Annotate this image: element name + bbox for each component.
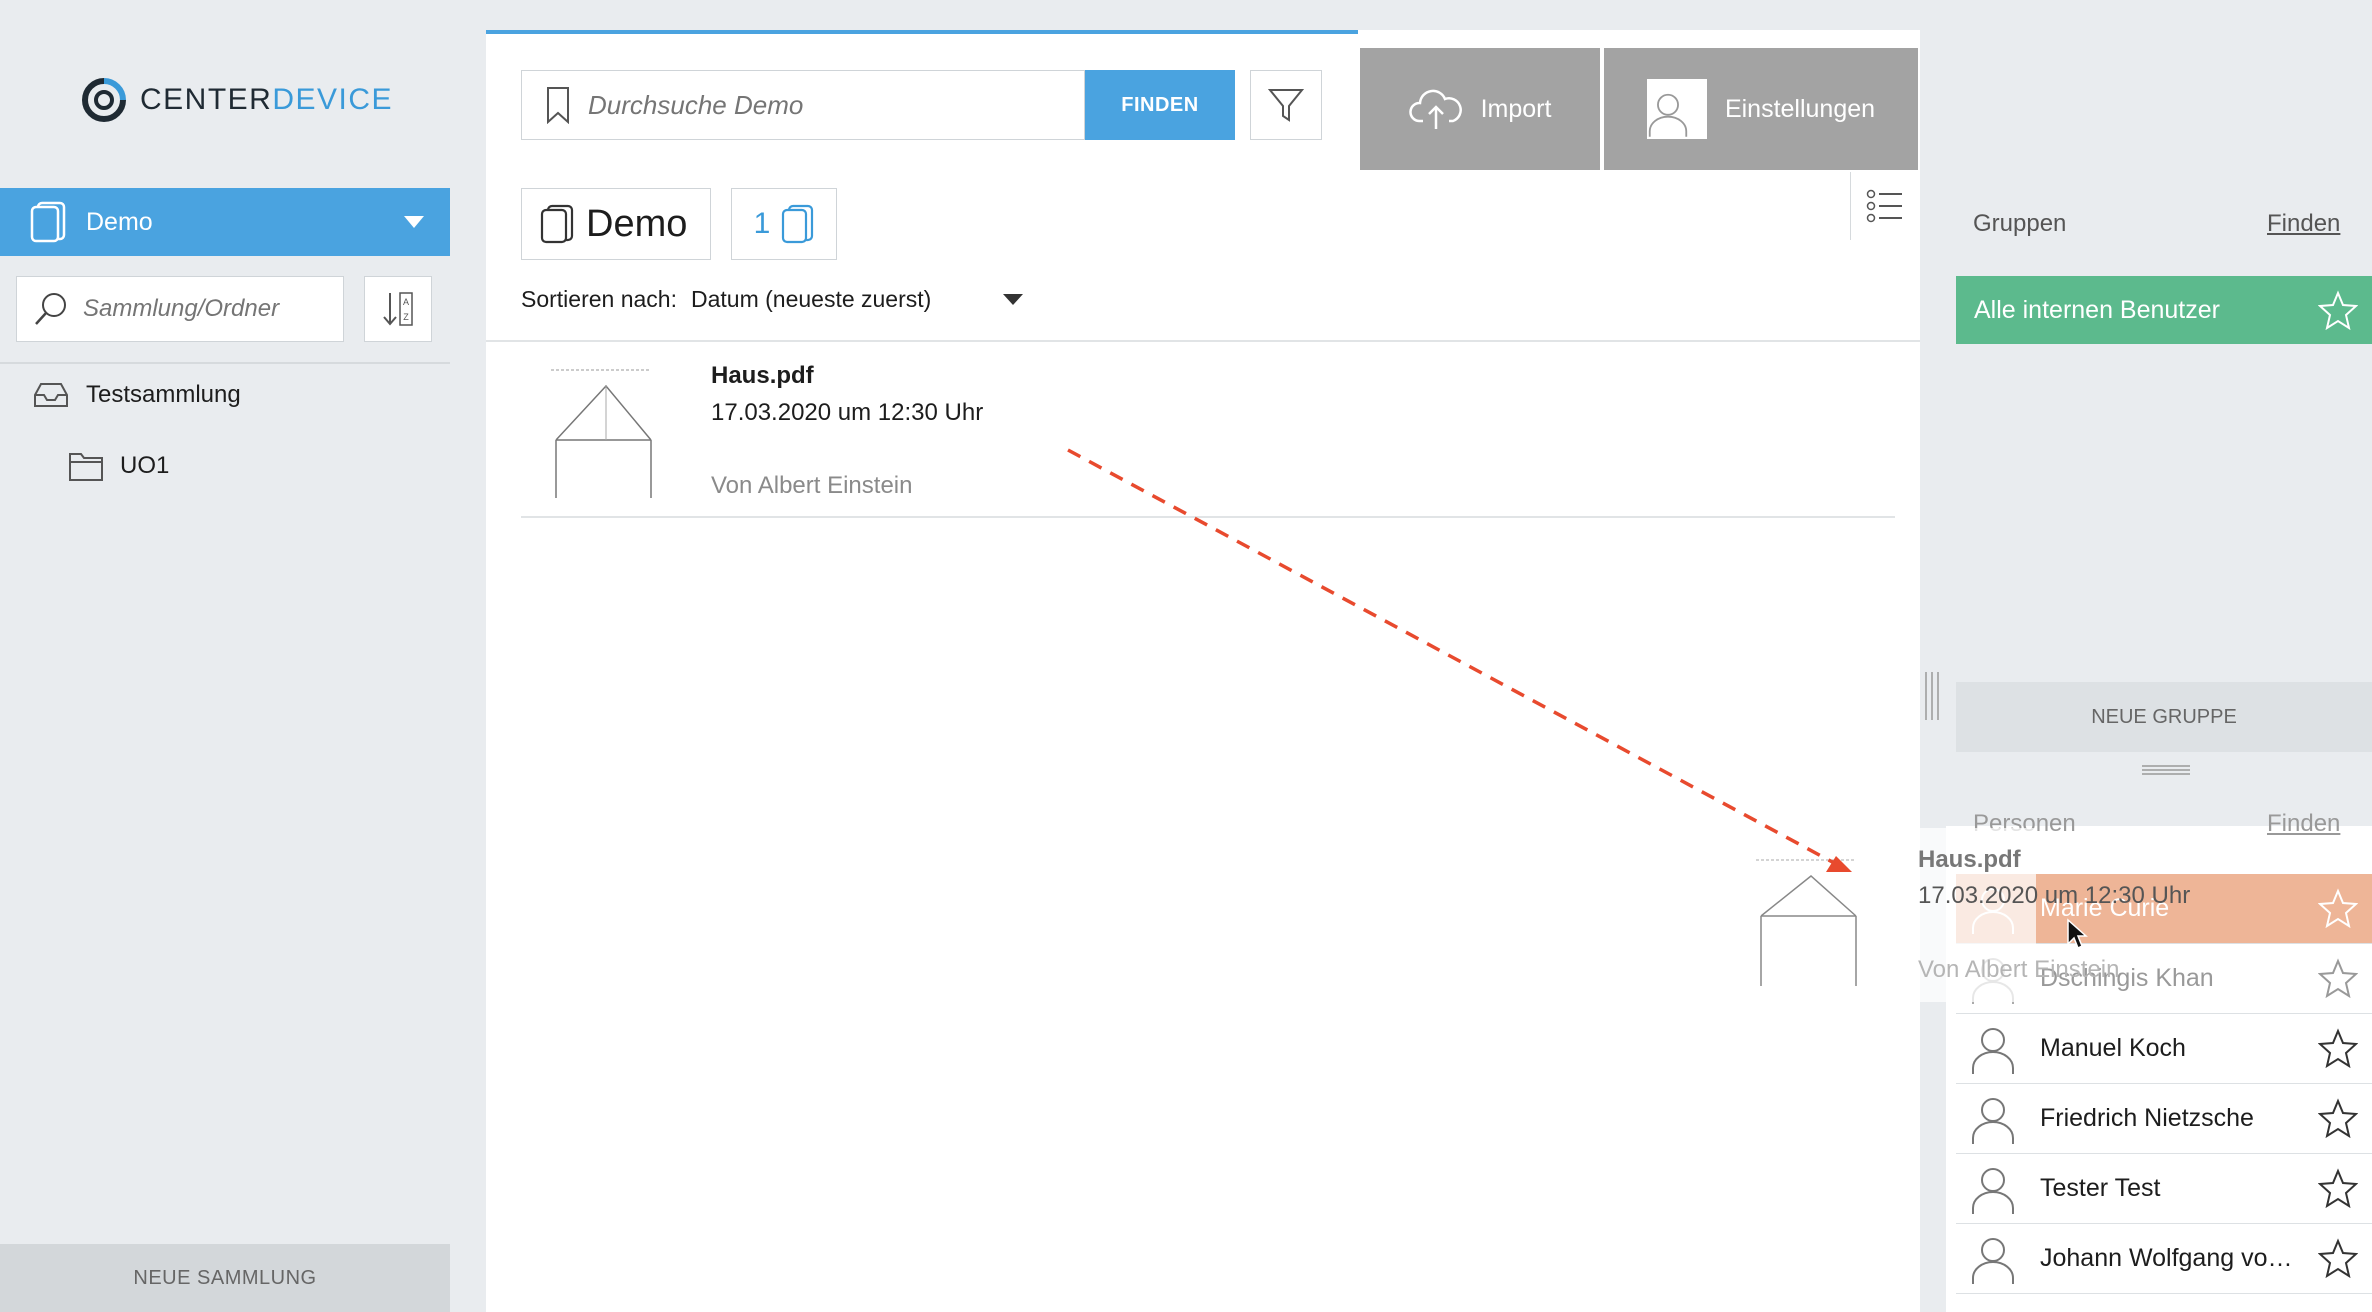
star-icon[interactable]	[2318, 1028, 2358, 1068]
user-icon	[1972, 1167, 2014, 1214]
panel-resize-handle[interactable]	[1920, 670, 1944, 722]
logo: CENTERDEVICE	[80, 74, 393, 126]
cloud-upload-icon	[1408, 89, 1462, 129]
person-item-friedrich-nietzsche[interactable]: Friedrich Nietzsche	[1956, 1084, 2372, 1154]
star-icon[interactable]	[2318, 1238, 2358, 1278]
logo-text: CENTERDEVICE	[140, 83, 394, 116]
sidebar-divider	[0, 362, 450, 364]
document-date: 17.03.2020 um 12:30 Uhr	[711, 399, 984, 426]
new-group-button[interactable]: NEUE GRUPPE	[1956, 682, 2372, 752]
svg-text:A: A	[403, 297, 409, 307]
search-field[interactable]	[521, 70, 1085, 140]
document-count: 1	[753, 207, 771, 240]
user-icon	[1972, 1237, 2014, 1284]
user-icon	[1972, 1097, 2014, 1144]
active-indicator	[486, 30, 1358, 34]
document-thumbnail	[1756, 859, 1857, 986]
search-input[interactable]	[586, 88, 1030, 122]
sort-selector[interactable]: Sortieren nach: Datum (neueste zuerst)	[521, 286, 1024, 313]
person-item-manuel-koch[interactable]: Manuel Koch	[1956, 1014, 2372, 1084]
document-author: Von Albert Einstein	[711, 472, 913, 499]
collection-icon	[540, 204, 574, 244]
person-item-tester-test[interactable]: Tester Test	[1956, 1154, 2372, 1224]
new-collection-button[interactable]: NEUE SAMMLUNG	[0, 1244, 450, 1312]
avatar	[1646, 79, 1707, 139]
breadcrumb[interactable]: Demo	[521, 188, 711, 260]
drag-handle-icon	[2142, 765, 2190, 775]
document-count-button[interactable]: 1	[731, 188, 837, 260]
star-icon[interactable]	[2318, 888, 2358, 928]
persons-find-link[interactable]: Finden	[2267, 810, 2340, 838]
find-button[interactable]: FINDEN	[1085, 70, 1235, 140]
breadcrumb-label: Demo	[586, 202, 688, 245]
filter-icon	[1267, 89, 1305, 122]
import-button[interactable]: Import	[1360, 48, 1600, 170]
folder-icon	[69, 453, 103, 481]
list-divider	[486, 340, 1920, 342]
tree-item-uo1[interactable]: UO1	[68, 450, 169, 482]
group-item[interactable]: Alle internen Benutzer	[1956, 276, 2372, 344]
collection-search-input[interactable]	[81, 294, 325, 324]
collection-icon	[30, 201, 66, 243]
drag-ghost-author: Von Albert Einstein	[1918, 956, 2120, 983]
collection-selector[interactable]: Demo	[0, 188, 450, 256]
person-name: Tester Test	[2040, 1174, 2161, 1202]
groups-find-link[interactable]: Finden	[2267, 210, 2340, 238]
chevron-down-icon[interactable]	[1003, 294, 1024, 305]
sort-value: Datum (neueste zuerst)	[690, 286, 932, 312]
settings-label: Einstellungen	[1724, 94, 1876, 123]
collection-search-field[interactable]	[16, 276, 344, 342]
star-icon[interactable]	[2318, 1098, 2358, 1138]
mouse-cursor-icon	[2067, 918, 2088, 950]
list-view-toggle[interactable]	[1850, 172, 1919, 240]
sort-label: Sortieren nach:	[521, 286, 677, 312]
tree-item-label: UO1	[120, 452, 170, 479]
import-label: Import	[1480, 94, 1552, 123]
chevron-down-icon[interactable]	[404, 216, 424, 228]
search-icon	[35, 293, 66, 325]
drag-ghost-title: Haus.pdf	[1918, 846, 2021, 873]
document-row[interactable]: Haus.pdf 17.03.2020 um 12:30 Uhr Von Alb…	[521, 344, 1895, 516]
tree-item-label: Testsammlung	[86, 381, 241, 408]
svg-text:Z: Z	[403, 312, 409, 322]
star-icon[interactable]	[2318, 958, 2358, 998]
logo-icon	[82, 78, 126, 122]
filter-button[interactable]	[1250, 70, 1322, 140]
row-divider	[521, 516, 1895, 518]
collection-name: Demo	[86, 207, 153, 236]
group-name: Alle internen Benutzer	[1974, 295, 2220, 324]
person-name: Friedrich Nietzsche	[2040, 1104, 2254, 1132]
list-view-icon	[1866, 189, 1902, 223]
document-thumbnail	[551, 369, 652, 498]
documents-icon	[782, 204, 814, 244]
settings-button[interactable]: Einstellungen	[1604, 48, 1918, 170]
tree-item-testsammlung[interactable]: Testsammlung	[32, 380, 241, 410]
document-title: Haus.pdf	[711, 362, 814, 389]
person-name: Johann Wolfgang von ...	[2040, 1244, 2300, 1272]
drag-handle-icon	[1925, 672, 1939, 720]
sort-toggle-button[interactable]: A Z	[364, 276, 432, 342]
sort-az-icon: A Z	[383, 292, 413, 326]
user-icon	[1972, 1027, 2014, 1074]
person-item-johann-wolfgang[interactable]: Johann Wolfgang von ...	[1956, 1224, 2372, 1294]
star-icon[interactable]	[2318, 1168, 2358, 1208]
user-icon	[1648, 93, 1688, 137]
inbox-icon	[34, 383, 68, 407]
groups-heading: Gruppen	[1973, 210, 2067, 237]
splitter-handle[interactable]	[2140, 762, 2192, 778]
star-icon[interactable]	[2318, 290, 2358, 330]
person-name: Manuel Koch	[2040, 1034, 2186, 1062]
bookmark-icon[interactable]	[546, 86, 570, 124]
drag-ghost-date: 17.03.2020 um 12:30 Uhr	[1918, 882, 2191, 909]
